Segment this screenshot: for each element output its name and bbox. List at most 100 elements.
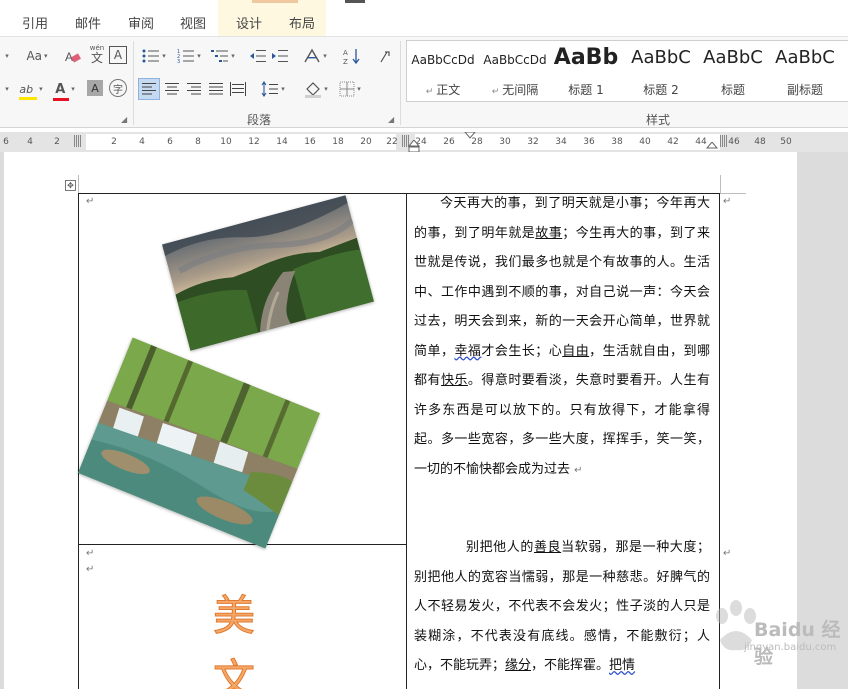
style-name: 标题 2 — [643, 83, 679, 97]
group-separator — [133, 41, 134, 125]
phonetic-guide-icon[interactable]: wén 文 — [87, 44, 107, 64]
change-case-button[interactable]: Aa ▾ — [22, 46, 52, 66]
ruler-number: 10 — [220, 137, 232, 147]
align-left-button[interactable] — [138, 78, 160, 100]
ruler-number: 34 — [555, 137, 567, 147]
ruler-number: 50 — [780, 137, 792, 147]
shading-button[interactable]: ▾ — [302, 79, 330, 99]
ruler-number: 2 — [111, 137, 117, 147]
ruler-number: 2 — [54, 137, 60, 147]
ruler-number: 44 — [695, 137, 707, 147]
style-title[interactable]: AaBbC 标题 — [697, 41, 769, 101]
style-subtitle[interactable]: AaBbC 副标题 — [769, 41, 841, 101]
group-separator — [400, 41, 401, 125]
font-dropdown-edge[interactable]: ▾ — [0, 46, 12, 66]
bullets-button[interactable]: ▾ — [140, 46, 168, 66]
ruler-number: 40 — [639, 137, 651, 147]
tab-mailings[interactable]: 邮件 — [75, 13, 101, 32]
style-sample: AaBbC — [775, 47, 835, 68]
font-color-button[interactable]: A ▾ — [52, 79, 78, 101]
ruler-number: 20 — [360, 137, 372, 147]
underlined-word: 故事 — [535, 225, 563, 241]
text-run: 别把他人的 — [466, 540, 534, 555]
distributed-align-button[interactable] — [228, 79, 248, 99]
clear-formatting-icon[interactable]: A — [62, 46, 84, 66]
text-run: 。得意时要看淡，失意时要看开。人生有许多东西是可以放下的。只有放得下，才能拿得起… — [414, 373, 710, 477]
table-move-handle-icon[interactable]: ✥ — [65, 180, 76, 191]
character-shading-icon[interactable]: A — [87, 80, 103, 96]
right-indent-marker[interactable] — [706, 142, 718, 152]
ruler-number: 26 — [443, 137, 455, 147]
text-run: 才会生长；心 — [481, 343, 563, 359]
styles-gallery[interactable]: AaBbCcDd ↵ 正文 AaBbCcDd ↵ 无间隔 AaBb 标题 1 A… — [406, 40, 848, 102]
end-of-row-mark: ↵ — [723, 196, 732, 207]
first-line-indent-marker[interactable] — [464, 132, 476, 140]
tab-references[interactable]: 引用 — [22, 13, 48, 32]
ruler-margin-marker[interactable] — [720, 135, 728, 147]
underlined-word: 缘分 — [505, 658, 532, 673]
paragraph-mark: ↵ — [574, 464, 583, 476]
ruler-number: 18 — [332, 137, 344, 147]
style-normal[interactable]: AaBbCcDd ↵ 正文 — [407, 41, 479, 101]
style-sample: AaBbCcDd — [411, 53, 475, 67]
style-heading-1[interactable]: AaBb 标题 1 — [553, 41, 619, 101]
borders-button[interactable]: ▾ — [336, 79, 364, 99]
underlined-word: 善良 — [533, 540, 562, 555]
ruler-number: 16 — [304, 137, 316, 147]
font-dialog-launcher-icon[interactable]: ◢ — [121, 115, 127, 124]
style-heading-2[interactable]: AaBbC 标题 2 — [625, 41, 697, 101]
increase-indent-icon[interactable] — [270, 46, 290, 66]
ruler-number: 48 — [754, 137, 766, 147]
tab-view[interactable]: 视图 — [180, 13, 206, 32]
numbering-button[interactable]: 1 2 3 ▾ — [174, 46, 204, 66]
title-char[interactable]: 美 — [212, 582, 255, 643]
font-dropdown-edge-2[interactable]: ▾ — [0, 79, 12, 99]
ruler-number: 4 — [27, 137, 33, 147]
show-hide-marks-icon[interactable] — [374, 46, 394, 66]
table-column-border[interactable] — [406, 193, 407, 689]
ruler-margin-marker[interactable] — [74, 135, 82, 147]
crop-mark — [78, 175, 79, 193]
ruler-number: 14 — [276, 137, 288, 147]
align-right-button[interactable] — [184, 79, 204, 99]
style-sample: AaBb — [553, 45, 619, 70]
line-spacing-button[interactable]: ▾ — [258, 79, 288, 99]
ruler-number: 46 — [728, 137, 740, 147]
text-run: ；今生再大的事，到了来世就是传说，我们最多也就是个有故事的人。生活中、工作中遇到… — [414, 225, 710, 359]
style-no-spacing[interactable]: AaBbCcDd ↵ 无间隔 — [479, 41, 551, 101]
sort-icon[interactable]: AZ — [342, 46, 362, 66]
tab-review[interactable]: 审阅 — [128, 13, 154, 32]
ruler-number: 30 — [499, 137, 511, 147]
style-sample: AaBbC — [631, 47, 691, 68]
article-paragraph-2[interactable]: 别把他人的善良当软弱，那是一种大度；别把他人的宽容当懦弱，那是一种慈悲。好脾气的… — [414, 533, 710, 681]
paragraph-dialog-launcher-icon[interactable]: ◢ — [388, 115, 394, 124]
text-highlight-color-button[interactable]: ab ▾ — [16, 79, 46, 100]
ruler-number: 6 — [3, 137, 9, 147]
table-row-border[interactable] — [78, 544, 407, 545]
svg-text:A: A — [343, 49, 348, 57]
decrease-indent-icon[interactable] — [248, 46, 268, 66]
paragraph-mark: ↵ — [86, 548, 95, 559]
character-border-icon[interactable]: A — [109, 46, 127, 64]
style-sample: AaBbCcDd — [483, 53, 547, 67]
tab-layout[interactable]: 布局 — [289, 13, 315, 32]
article-paragraph-1[interactable]: 今天再大的事，到了明天就是小事；今年再大的事，到了明年就是故事；今生再大的事，到… — [414, 189, 710, 485]
title-char[interactable]: 文 — [212, 646, 255, 689]
crop-mark — [720, 175, 721, 193]
crop-mark — [720, 193, 746, 194]
style-name: 副标题 — [786, 83, 823, 97]
ruler-left-cell-area — [86, 134, 396, 150]
ruler-number: 42 — [667, 137, 679, 147]
justify-button[interactable] — [206, 79, 226, 99]
multilevel-list-button[interactable]: ▾ — [208, 46, 238, 66]
ruler-number: 22 — [386, 137, 398, 147]
enclose-characters-icon[interactable]: 字 — [109, 79, 127, 97]
align-center-button[interactable] — [162, 79, 182, 99]
tab-design[interactable]: 设计 — [236, 13, 262, 32]
style-sample: AaBbC — [703, 47, 763, 68]
asian-layout-button[interactable]: ▾ — [300, 46, 330, 66]
ruler-number: 12 — [248, 137, 260, 147]
horizontal-ruler[interactable]: 6 4 2 2 4 6 8 10 12 14 16 18 20 22 24 26… — [0, 132, 848, 153]
end-of-row-mark: ↵ — [723, 548, 732, 559]
underlined-word: 快乐 — [440, 373, 468, 388]
